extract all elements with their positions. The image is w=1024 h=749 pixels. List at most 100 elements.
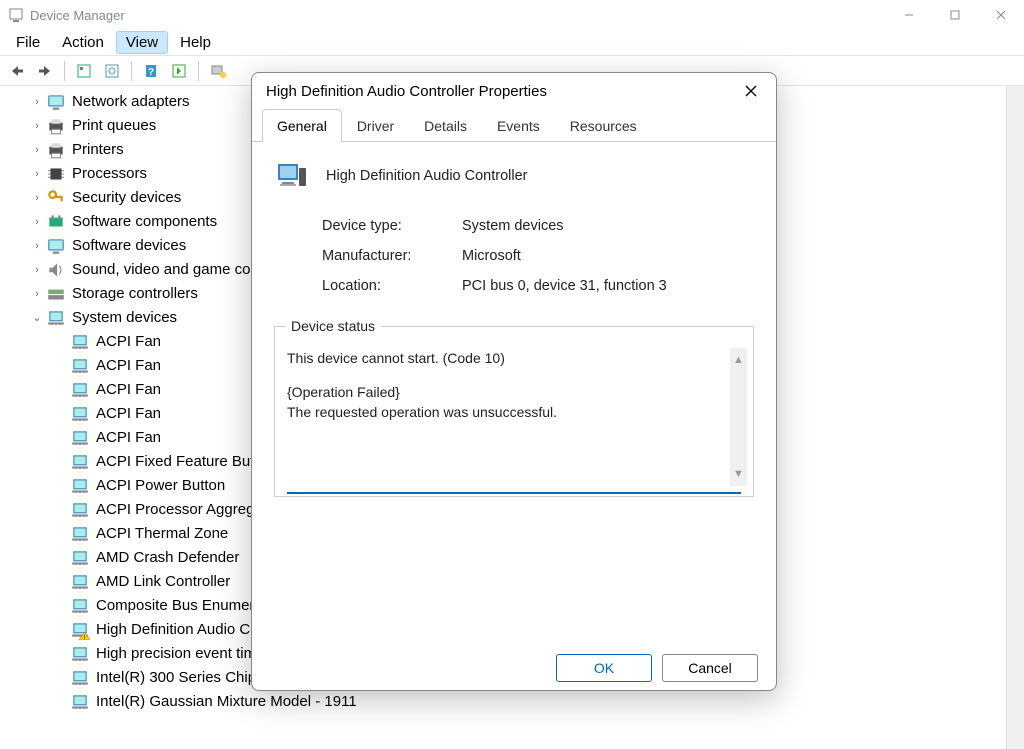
scroll-up-icon[interactable]: ▲: [733, 350, 744, 370]
device-icon: [46, 260, 66, 280]
help-icon[interactable]: ?: [140, 60, 162, 82]
menu-view[interactable]: View: [116, 31, 168, 54]
chevron-right-icon[interactable]: ›: [30, 210, 44, 234]
device-icon: [70, 380, 90, 400]
tree-label: ACPI Fan: [96, 426, 161, 450]
device-icon: [46, 92, 66, 112]
device-icon: [70, 644, 90, 664]
chevron-right-icon[interactable]: ›: [30, 114, 44, 138]
device-icon: [46, 188, 66, 208]
status-scrollbar[interactable]: ▲ ▼: [730, 348, 747, 486]
scroll-down-icon[interactable]: ▼: [733, 464, 744, 484]
menu-help[interactable]: Help: [170, 31, 221, 54]
tree-label: ACPI Fixed Feature Button: [96, 450, 275, 474]
device-icon: [70, 596, 90, 616]
dialog-close-button[interactable]: [736, 76, 766, 106]
status-line-3: The requested operation was unsuccessful…: [287, 402, 725, 422]
device-icon[interactable]: [207, 60, 229, 82]
svg-text:?: ?: [148, 67, 154, 78]
tree-label: Processors: [72, 162, 147, 186]
label-device-type: Device type:: [322, 218, 462, 234]
device-icon: [70, 572, 90, 592]
app-icon: [8, 7, 24, 23]
window-controls: [886, 0, 1024, 30]
device-icon: [70, 428, 90, 448]
toolbar-separator: [64, 61, 65, 81]
tab-details[interactable]: Details: [409, 109, 482, 142]
device-icon: [70, 692, 90, 712]
device-status-text[interactable]: This device cannot start. (Code 10) {Ope…: [279, 342, 749, 492]
device-icon: [46, 140, 66, 160]
tab-general[interactable]: General: [262, 109, 342, 142]
tree-label: ACPI Thermal Zone: [96, 522, 228, 546]
tree-label: ACPI Fan: [96, 378, 161, 402]
dialog-buttons: OK Cancel: [252, 648, 776, 682]
device-icon: [46, 308, 66, 328]
scan-icon[interactable]: [168, 60, 190, 82]
tree-label: System devices: [72, 306, 177, 330]
device-info-grid: Device type: System devices Manufacturer…: [322, 218, 754, 294]
value-device-type: System devices: [462, 218, 754, 234]
tree-label: ACPI Power Button: [96, 474, 225, 498]
device-status-group: Device status This device cannot start. …: [274, 318, 754, 497]
tab-resources[interactable]: Resources: [555, 109, 652, 142]
chevron-right-icon[interactable]: ›: [30, 162, 44, 186]
chevron-right-icon[interactable]: ›: [30, 234, 44, 258]
device-icon: [70, 524, 90, 544]
tab-events[interactable]: Events: [482, 109, 555, 142]
dialog-tabs: General Driver Details Events Resources: [252, 109, 776, 142]
forward-button[interactable]: [34, 60, 56, 82]
titlebar: Device Manager: [0, 0, 1024, 30]
tab-driver[interactable]: Driver: [342, 109, 409, 142]
toolbar-separator: [131, 61, 132, 81]
status-focus-underline: [287, 492, 741, 494]
tree-label: Software components: [72, 210, 217, 234]
chevron-right-icon[interactable]: ›: [30, 90, 44, 114]
tree-label: Storage controllers: [72, 282, 198, 306]
tree-label: Print queues: [72, 114, 156, 138]
device-icon: !: [70, 620, 90, 640]
device-name: High Definition Audio Controller: [326, 168, 528, 184]
chevron-right-icon[interactable]: ›: [30, 282, 44, 306]
toolbar-separator: [198, 61, 199, 81]
label-manufacturer: Manufacturer:: [322, 248, 462, 264]
menu-file[interactable]: File: [6, 31, 50, 54]
tree-label: ACPI Fan: [96, 330, 161, 354]
device-icon: [70, 668, 90, 688]
menu-action[interactable]: Action: [52, 31, 114, 54]
cancel-button[interactable]: Cancel: [662, 654, 758, 682]
tree-label: AMD Link Controller: [96, 570, 230, 594]
computer-icon: [274, 158, 310, 194]
device-icon: [46, 164, 66, 184]
minimize-button[interactable]: [886, 0, 932, 30]
back-button[interactable]: [6, 60, 28, 82]
chevron-right-icon[interactable]: ›: [30, 258, 44, 282]
tree-label: Software devices: [72, 234, 186, 258]
device-icon: [70, 500, 90, 520]
chevron-right-icon[interactable]: ›: [30, 186, 44, 210]
ok-button[interactable]: OK: [556, 654, 652, 682]
close-button[interactable]: [978, 0, 1024, 30]
device-status-legend: Device status: [285, 318, 381, 334]
dialog-titlebar: High Definition Audio Controller Propert…: [252, 73, 776, 109]
chevron-down-icon[interactable]: ⌄: [30, 306, 44, 330]
tree-label: Intel(R) Gaussian Mixture Model - 1911: [96, 690, 357, 714]
dialog-title: High Definition Audio Controller Propert…: [266, 83, 736, 100]
tree-device[interactable]: Intel(R) Gaussian Mixture Model - 1911: [20, 690, 1006, 714]
vertical-scrollbar[interactable]: [1006, 86, 1024, 749]
device-icon: [46, 236, 66, 256]
maximize-button[interactable]: [932, 0, 978, 30]
device-icon: [70, 332, 90, 352]
properties-icon[interactable]: [73, 60, 95, 82]
properties-dialog: High Definition Audio Controller Propert…: [251, 72, 777, 691]
chevron-right-icon[interactable]: ›: [30, 138, 44, 162]
status-line-1: This device cannot start. (Code 10): [287, 348, 725, 368]
device-icon: [46, 212, 66, 232]
refresh-icon[interactable]: [101, 60, 123, 82]
tree-label: Printers: [72, 138, 124, 162]
status-line-2: {Operation Failed}: [287, 382, 725, 402]
window-title: Device Manager: [30, 8, 886, 23]
tree-label: AMD Crash Defender: [96, 546, 239, 570]
tree-label: Security devices: [72, 186, 181, 210]
device-icon: [70, 476, 90, 496]
